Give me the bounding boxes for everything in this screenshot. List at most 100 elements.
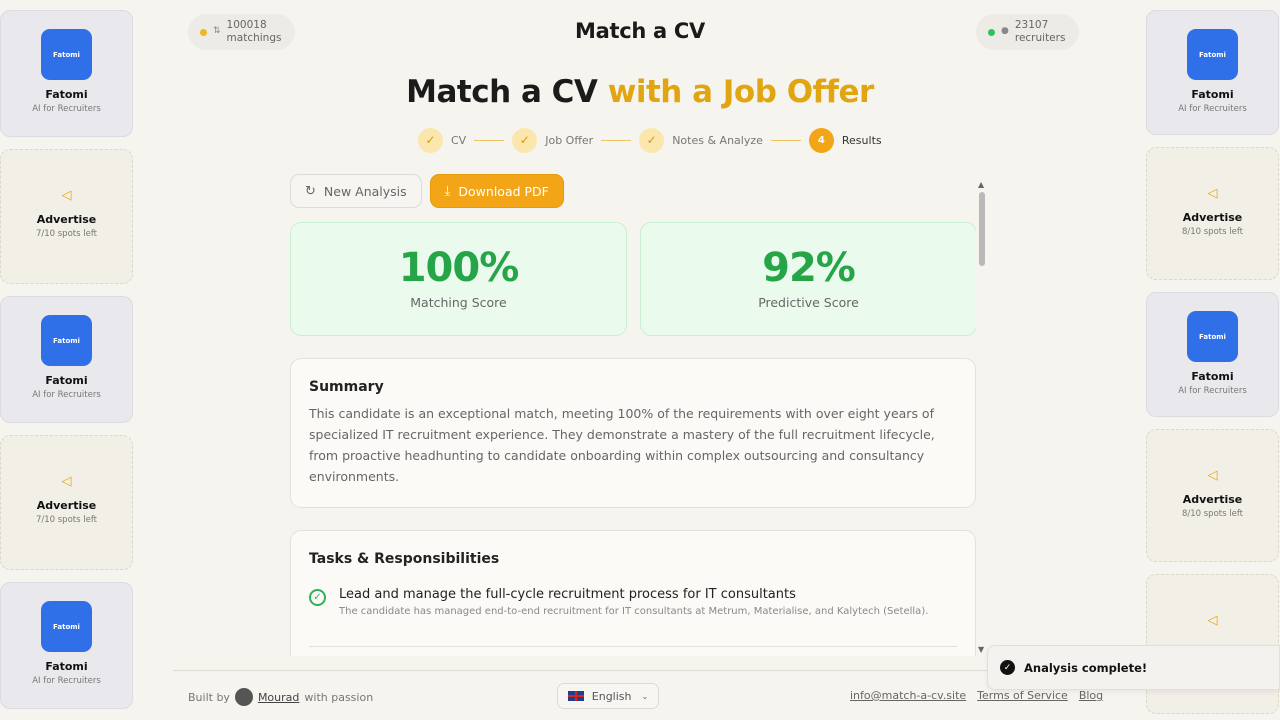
scrollbar-thumb[interactable] bbox=[979, 192, 985, 266]
step-connector bbox=[601, 139, 632, 141]
step-notes-analyze[interactable]: ✓ Notes & Analyze bbox=[639, 127, 763, 153]
progress-stepper: ✓ CV ✓ Job Offer ✓ Notes & Analyze 4 Res… bbox=[418, 127, 882, 153]
advertise-card[interactable]: ◁ Advertise 7/10 spots left bbox=[0, 435, 133, 570]
advertise-card[interactable]: ◁ Advertise 7/10 spots left bbox=[0, 149, 133, 284]
uk-flag-icon bbox=[567, 691, 584, 701]
logo-text: Fatomi bbox=[53, 336, 80, 345]
predictive-score-card: 92% Predictive Score bbox=[640, 222, 976, 336]
status-dot bbox=[988, 28, 995, 36]
brand-title[interactable]: Match a CV bbox=[540, 19, 740, 43]
email-link[interactable]: info@match-a-cv.site bbox=[850, 689, 966, 702]
step-job-offer[interactable]: ✓ Job Offer bbox=[512, 127, 594, 153]
with-passion-text: with passion bbox=[304, 690, 374, 704]
sponsor-tagline: AI for Recruiters bbox=[32, 104, 101, 114]
check-circle-icon: ✓ bbox=[309, 589, 326, 606]
title-prefix: Match a CV bbox=[406, 74, 598, 110]
author-link[interactable]: Mourad bbox=[258, 691, 299, 704]
megaphone-icon: ◁ bbox=[1207, 468, 1218, 483]
advertise-card[interactable]: ◁ bbox=[1146, 574, 1279, 714]
advertise-spots: 8/10 spots left bbox=[1181, 509, 1244, 519]
users-icon: ● bbox=[1001, 26, 1009, 37]
logo-text: Fatomi bbox=[53, 50, 80, 59]
blog-link[interactable]: Blog bbox=[1079, 689, 1103, 702]
megaphone-icon: ◁ bbox=[61, 188, 72, 203]
recruiters-label: recruiters bbox=[1014, 32, 1066, 44]
sponsor-tagline: AI for Recruiters bbox=[32, 390, 101, 400]
step-label: Job Offer bbox=[545, 133, 594, 147]
megaphone-icon: ◁ bbox=[61, 474, 72, 489]
check-icon: ✓ bbox=[639, 127, 665, 153]
advertise-title: Advertise bbox=[1182, 493, 1243, 506]
step-cv[interactable]: ✓ CV bbox=[418, 127, 467, 153]
matching-score-value: 100% bbox=[398, 245, 520, 291]
toast-notification[interactable]: ✓ Analysis complete! bbox=[987, 645, 1280, 690]
sponsor-card[interactable]: Fatomi Fatomi AI for Recruiters bbox=[0, 10, 133, 137]
step-connector bbox=[474, 139, 505, 141]
megaphone-icon: ◁ bbox=[1207, 613, 1218, 628]
advertise-card[interactable]: ◁ Advertise 8/10 spots left bbox=[1146, 429, 1279, 562]
footer-links: info@match-a-cv.site Terms of Service Bl… bbox=[850, 689, 1114, 702]
summary-card: Summary This candidate is an exceptional… bbox=[290, 358, 976, 508]
refresh-icon: ↻ bbox=[305, 183, 316, 199]
check-icon: ✓ bbox=[512, 127, 538, 153]
task-title: Lead and manage the full-cycle recruitme… bbox=[339, 587, 796, 602]
predictive-score-value: 92% bbox=[762, 245, 856, 291]
step-label: Notes & Analyze bbox=[672, 133, 763, 147]
terms-link[interactable]: Terms of Service bbox=[977, 689, 1068, 702]
scroll-up-arrow-icon[interactable]: ▲ bbox=[978, 180, 984, 189]
built-by-text: Built by bbox=[188, 690, 230, 704]
recruiters-value: 23107 bbox=[1014, 18, 1049, 31]
advertise-spots: 7/10 spots left bbox=[35, 229, 98, 239]
summary-text: This candidate is an exceptional match, … bbox=[309, 406, 935, 484]
language-selector[interactable]: English ⌄ bbox=[557, 683, 659, 709]
step-number: 4 bbox=[808, 127, 834, 153]
step-label: CV bbox=[451, 133, 467, 147]
sponsor-tagline: AI for Recruiters bbox=[1178, 104, 1247, 114]
left-sponsor-rail: Fatomi Fatomi AI for Recruiters ◁ Advert… bbox=[0, 0, 135, 720]
new-analysis-button[interactable]: ↻ New Analysis bbox=[290, 174, 422, 208]
matchings-counter: ⇅ 100018 matchings bbox=[188, 14, 296, 50]
new-analysis-label: New Analysis bbox=[323, 183, 407, 199]
tasks-title: Tasks & Responsibilities bbox=[309, 551, 500, 567]
advertise-title: Advertise bbox=[36, 499, 97, 512]
fatomi-logo-icon: Fatomi bbox=[41, 601, 92, 652]
recruiters-counter: ● 23107 recruiters bbox=[976, 14, 1080, 50]
page-title: Match a CV with a Job Offer bbox=[300, 74, 980, 110]
task-item: ✓ Lead and manage the full-cycle recruit… bbox=[309, 587, 957, 619]
fatomi-logo-icon: Fatomi bbox=[1187, 29, 1238, 80]
sponsor-tagline: AI for Recruiters bbox=[32, 676, 101, 686]
download-pdf-button[interactable]: ⤓ Download PDF bbox=[429, 174, 564, 208]
sponsor-card[interactable]: Fatomi Fatomi AI for Recruiters bbox=[1146, 292, 1279, 417]
sponsor-card[interactable]: Fatomi Fatomi AI for Recruiters bbox=[0, 582, 133, 709]
sponsor-tagline: AI for Recruiters bbox=[1178, 386, 1247, 396]
logo-text: Fatomi bbox=[1199, 50, 1226, 59]
status-dot bbox=[200, 28, 207, 36]
right-sponsor-rail: Fatomi Fatomi AI for Recruiters ◁ Advert… bbox=[1146, 0, 1280, 720]
logo-text: Fatomi bbox=[53, 622, 80, 631]
step-label: Results bbox=[841, 133, 882, 147]
download-pdf-label: Download PDF bbox=[458, 183, 549, 199]
check-circle-icon: ✓ bbox=[1000, 660, 1015, 675]
scroll-down-arrow-icon[interactable]: ▼ bbox=[978, 645, 984, 654]
fatomi-logo-icon: Fatomi bbox=[41, 29, 92, 80]
advertise-spots: 7/10 spots left bbox=[35, 515, 98, 525]
fatomi-logo-icon: Fatomi bbox=[41, 315, 92, 366]
summary-title: Summary bbox=[309, 379, 384, 395]
sponsor-card[interactable]: Fatomi Fatomi AI for Recruiters bbox=[0, 296, 133, 423]
download-icon: ⤓ bbox=[444, 183, 451, 199]
sponsor-card[interactable]: Fatomi Fatomi AI for Recruiters bbox=[1146, 10, 1279, 135]
avatar bbox=[234, 688, 253, 706]
predictive-score-caption: Predictive Score bbox=[758, 295, 859, 310]
toast-message: Analysis complete! bbox=[1024, 660, 1148, 675]
matchings-label: matchings bbox=[226, 32, 282, 44]
check-icon: ✓ bbox=[418, 127, 443, 153]
sponsor-name: Fatomi bbox=[45, 374, 88, 387]
advertise-card[interactable]: ◁ Advertise 8/10 spots left bbox=[1146, 147, 1279, 280]
scrollbar[interactable]: ▲ ▼ bbox=[976, 180, 988, 654]
built-by-credit: Built by Mourad with passion bbox=[188, 688, 373, 706]
advertise-spots: 8/10 spots left bbox=[1181, 227, 1244, 237]
matchings-value: 100018 bbox=[226, 18, 267, 31]
advertise-title: Advertise bbox=[36, 213, 97, 226]
step-results[interactable]: 4 Results bbox=[808, 127, 882, 153]
matching-score-caption: Matching Score bbox=[410, 295, 507, 310]
